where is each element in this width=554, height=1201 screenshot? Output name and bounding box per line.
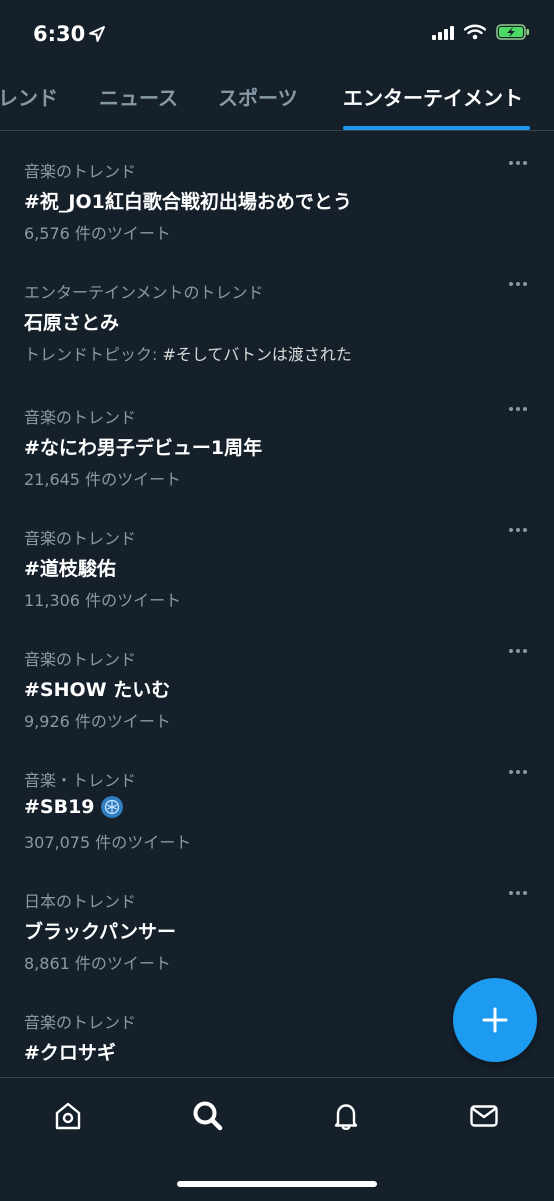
trend-tweet-count: 9,926 件のツイート [24, 712, 171, 731]
explore-tabs: レンド ニュース スポーツ エンターテイメント [0, 66, 554, 130]
more-options-icon[interactable] [509, 161, 527, 165]
tab-sports[interactable]: スポーツ [218, 82, 298, 111]
tab-news[interactable]: ニュース [99, 82, 178, 111]
home-indicator[interactable] [177, 1181, 377, 1187]
search-icon [193, 1101, 223, 1131]
trend-item[interactable]: エンターテインメントのトレンド 石原さとみ トレンドトピック: #そしてバトンは… [0, 252, 554, 373]
trend-item[interactable]: 日本のトレンド ブラックパンサー 8,861 件のツイート [0, 861, 554, 982]
tab-trending[interactable]: レンド [0, 82, 58, 111]
nav-home[interactable] [48, 1096, 88, 1136]
more-options-icon[interactable] [509, 891, 527, 895]
nav-search[interactable] [188, 1096, 228, 1136]
trend-title: #なにわ男子デビュー1周年 [24, 433, 262, 460]
cellular-signal-icon [432, 24, 454, 40]
location-arrow-icon [89, 26, 105, 42]
status-indicators [432, 24, 530, 40]
trend-tweet-count: 21,645 件のツイート [24, 470, 182, 489]
more-options-icon[interactable] [509, 770, 527, 774]
trend-tweet-count: 8,861 件のツイート [24, 954, 171, 973]
tab-entertainment[interactable]: エンターテイメント [343, 82, 523, 111]
home-icon [55, 1102, 81, 1130]
notifications-icon [334, 1104, 358, 1131]
nav-messages[interactable] [464, 1096, 504, 1136]
trend-topic: トレンドトピック: #そしてバトンは渡された [24, 341, 352, 365]
trend-title-text: #道枝駿佑 [24, 558, 116, 580]
trend-category: 音楽のトレンド [24, 529, 137, 548]
trend-title-text: #クロサギ [24, 1042, 116, 1064]
trend-title: ブラックパンサー [24, 917, 176, 944]
trend-category: 日本のトレンド [24, 892, 137, 911]
trend-item[interactable]: 音楽のトレンド #なにわ男子デビュー1周年 21,645 件のツイート [0, 377, 554, 498]
trend-title: #SHOW たいむ [24, 675, 170, 702]
trend-category: 音楽のトレンド [24, 162, 137, 181]
plus-icon [482, 1007, 508, 1033]
trend-topic-hashtag[interactable]: #そしてバトンは渡された [162, 345, 351, 364]
sb19-hashflag-icon [100, 796, 123, 818]
trend-list: 音楽のトレンド #祝_JO1紅白歌合戦初出場おめでとう 6,576 件のツイート… [0, 131, 554, 1077]
trend-title-text: #SB19 [24, 796, 95, 818]
more-options-icon[interactable] [509, 649, 527, 653]
more-options-icon[interactable] [509, 407, 527, 411]
messages-icon [470, 1105, 498, 1127]
trend-category: 音楽のトレンド [24, 650, 137, 669]
more-options-icon[interactable] [509, 282, 527, 286]
nav-notifications[interactable] [326, 1096, 366, 1136]
trend-tweet-count: 6,576 件のツイート [24, 224, 171, 243]
trend-category: 音楽・トレンド [24, 771, 137, 790]
trend-title-text: #なにわ男子デビュー1周年 [24, 437, 263, 459]
trend-title-text: #祝_JO1紅白歌合戦初出場おめでとう [24, 191, 352, 213]
trend-item[interactable]: 音楽のトレンド #祝_JO1紅白歌合戦初出場おめでとう 6,576 件のツイート [0, 131, 554, 252]
more-options-icon[interactable] [509, 528, 527, 532]
trend-title: #クロサギ [24, 1038, 116, 1065]
trend-category: 音楽のトレンド [24, 408, 137, 427]
trend-tweet-count: 11,306 件のツイート [24, 591, 182, 610]
trend-topic-prefix: トレンドトピック: [24, 345, 163, 364]
trend-category: 音楽のトレンド [24, 1013, 137, 1032]
trend-title: #道枝駿佑 [24, 554, 116, 581]
status-time: 6:30 [33, 22, 86, 46]
trend-title-text: 石原さとみ [24, 312, 120, 334]
trend-title-text: #SHOW たいむ [24, 679, 171, 701]
trend-item[interactable]: 音楽・トレンド #SB19 307,075 件のツイート [0, 740, 554, 861]
trend-item[interactable]: 音楽のトレンド #道枝駿佑 11,306 件のツイート [0, 498, 554, 619]
trend-title: #祝_JO1紅白歌合戦初出場おめでとう [24, 187, 352, 214]
trend-item[interactable]: 音楽のトレンド #SHOW たいむ 9,926 件のツイート [0, 619, 554, 740]
trend-title: #SB19 [24, 796, 123, 818]
compose-tweet-button[interactable] [453, 978, 537, 1062]
wifi-icon [464, 24, 486, 40]
status-bar: 6:30 [0, 0, 554, 66]
trend-title: 石原さとみ [24, 308, 119, 335]
trend-title-text: ブラックパンサー [24, 921, 177, 943]
battery-charging-icon [496, 24, 529, 40]
trend-tweet-count: 307,075 件のツイート [24, 833, 192, 852]
trend-category: エンターテインメントのトレンド [24, 283, 264, 302]
